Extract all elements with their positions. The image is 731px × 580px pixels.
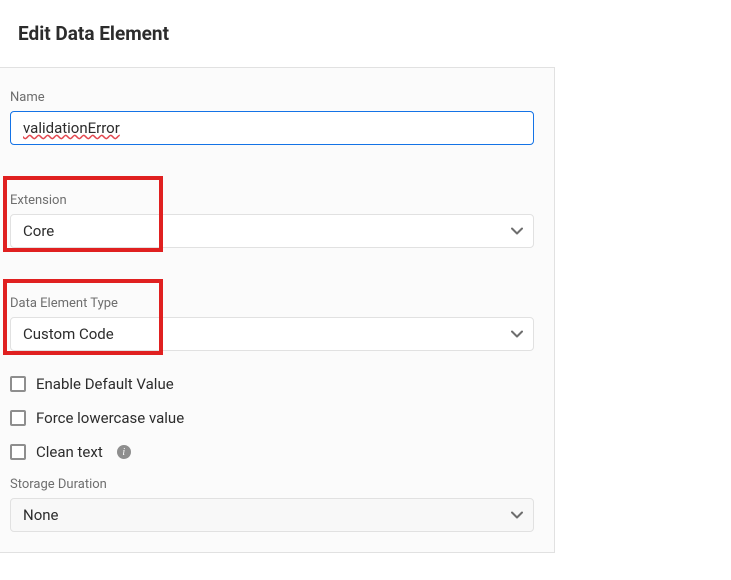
data-element-type-field-group: Data Element Type Custom Code [10,296,534,351]
chevron-down-icon [511,227,523,235]
enable-default-value-checkbox[interactable] [10,376,26,392]
enable-default-value-label: Enable Default Value [36,375,174,393]
data-element-type-label: Data Element Type [10,296,534,311]
name-field-group: Name validationError [10,90,534,145]
extension-field-group: Extension Core [10,193,534,248]
checkbox-section: Enable Default Value Force lowercase val… [10,375,534,461]
name-input-value: validationError [23,119,120,137]
extension-label: Extension [10,193,534,208]
page-title: Edit Data Element [18,22,731,45]
force-lowercase-checkbox[interactable] [10,410,26,426]
info-icon[interactable]: i [117,445,131,459]
data-element-type-select[interactable]: Custom Code [10,317,534,351]
extension-select-value: Core [23,222,54,240]
data-element-type-select-value: Custom Code [23,325,114,343]
storage-duration-select-value: None [23,506,59,524]
clean-text-row: Clean text i [10,443,534,461]
clean-text-checkbox[interactable] [10,444,26,460]
chevron-down-icon [511,511,523,519]
page-header: Edit Data Element [0,0,731,67]
chevron-down-icon [511,330,523,338]
storage-duration-select[interactable]: None [10,498,534,532]
extension-select[interactable]: Core [10,214,534,248]
name-label: Name [10,90,534,105]
storage-duration-field-group: Storage Duration None [10,477,534,532]
form-panel: Name validationError Extension Core Data… [0,67,555,553]
enable-default-value-row: Enable Default Value [10,375,534,393]
force-lowercase-label: Force lowercase value [36,409,184,427]
storage-duration-label: Storage Duration [10,477,534,492]
clean-text-label: Clean text [36,443,103,461]
name-input[interactable]: validationError [10,111,534,145]
force-lowercase-row: Force lowercase value [10,409,534,427]
